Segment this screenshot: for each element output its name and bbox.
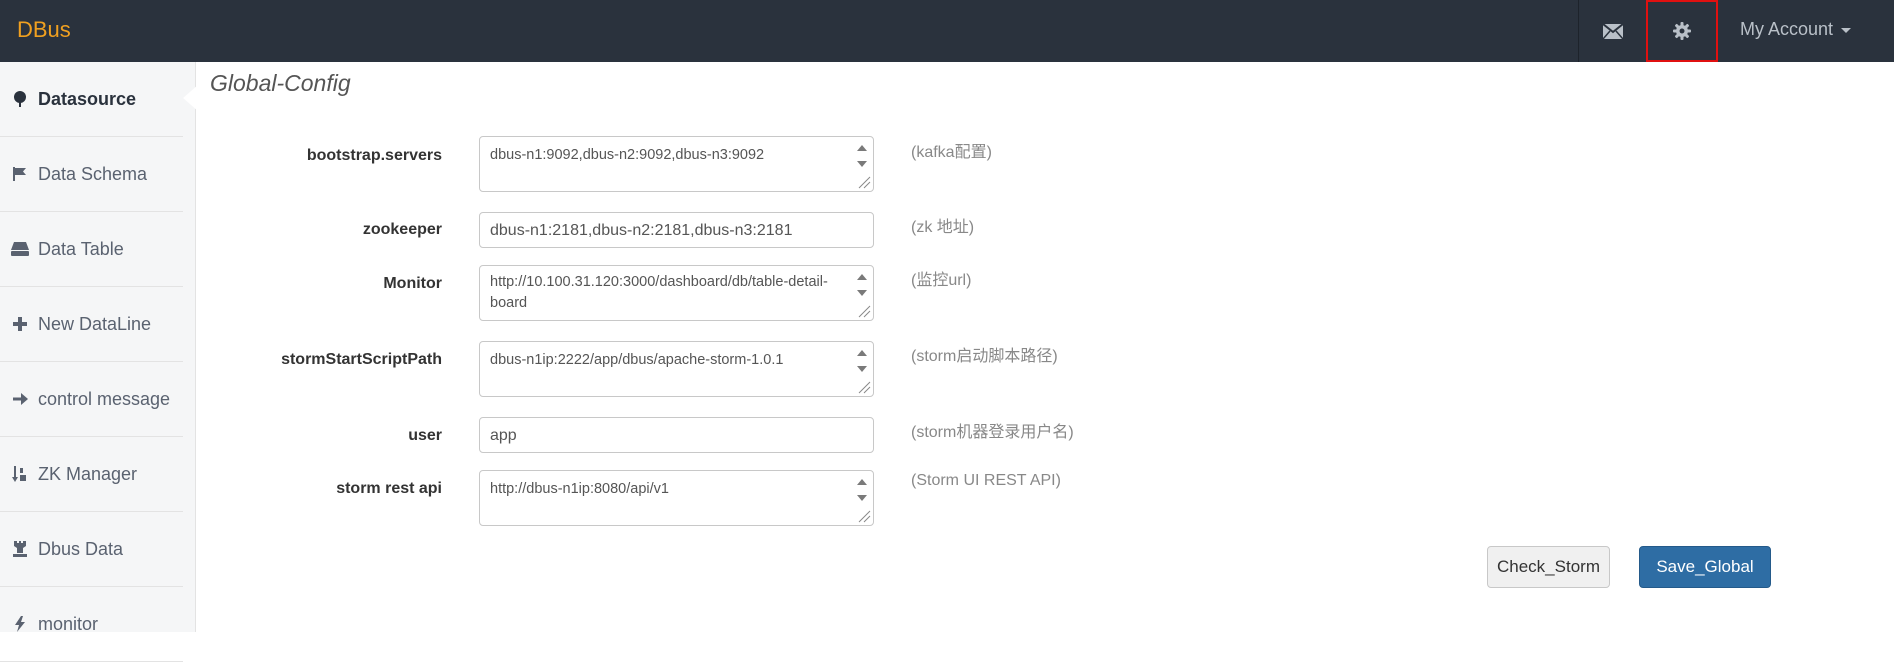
user-label: user xyxy=(408,427,442,444)
sidebar-item-monitor[interactable]: monitor xyxy=(0,587,183,662)
scroll-down-icon xyxy=(857,290,867,296)
zookeeper-hint: (zk 地址) xyxy=(911,219,975,236)
sidebar-item-label: monitor xyxy=(38,613,99,634)
sidebar-item-data-table[interactable]: Data Table xyxy=(0,212,183,287)
settings-button[interactable] xyxy=(1646,0,1718,62)
resize-grip-icon[interactable] xyxy=(857,175,871,189)
sidebar: Datasource Data Schema Data Table New Da… xyxy=(0,62,199,662)
bootstrap-servers-value: dbus-n1:9092,dbus-n2:9092,dbus-n3:9092 xyxy=(490,147,765,163)
user-input[interactable]: app xyxy=(479,417,874,453)
brand-logo[interactable]: DBus xyxy=(17,17,71,43)
sidebar-item-label: Datasource xyxy=(38,88,137,109)
flag-icon xyxy=(9,167,31,181)
monitor-textarea[interactable]: http://10.100.31.120:3000/dashboard/db/t… xyxy=(479,265,874,321)
sidebar-item-new-dataline[interactable]: New DataLine xyxy=(0,287,183,362)
bootstrap-servers-textarea[interactable]: dbus-n1:9092,dbus-n2:9092,dbus-n3:9092 xyxy=(479,136,874,192)
scroll-spinner[interactable] xyxy=(851,139,871,171)
sidebar-item-label: Data Schema xyxy=(38,163,148,184)
zookeeper-input[interactable]: dbus-n1:2181,dbus-n2:2181,dbus-n3:2181 xyxy=(479,212,874,248)
top-navbar: DBus My Account xyxy=(0,0,1894,62)
storm-start-script-path-hint: (storm启动脚本路径) xyxy=(911,348,1058,365)
sidebar-item-data-schema[interactable]: Data Schema xyxy=(0,137,183,212)
resize-grip-icon[interactable] xyxy=(857,304,871,318)
envelope-icon xyxy=(1603,23,1623,39)
scroll-spinner[interactable] xyxy=(851,344,871,376)
caret-down-icon xyxy=(1841,27,1852,33)
sidebar-item-label: ZK Manager xyxy=(38,463,138,484)
scroll-up-icon xyxy=(857,274,867,280)
scroll-down-icon xyxy=(857,366,867,372)
sidebar-item-datasource[interactable]: Datasource xyxy=(0,62,199,137)
scroll-down-icon xyxy=(857,161,867,167)
sidebar-item-dbus-data[interactable]: Dbus Data xyxy=(0,512,183,587)
gear-icon xyxy=(1673,22,1691,40)
sidebar-item-zk-manager[interactable]: ZK Manager xyxy=(0,437,183,512)
bootstrap-servers-label: bootstrap.servers xyxy=(306,147,442,164)
storm-rest-api-textarea[interactable]: http://dbus-n1ip:8080/api/v1 xyxy=(479,470,874,526)
sidebar-item-label: Data Table xyxy=(38,238,124,259)
save-global-button[interactable]: Save_Global xyxy=(1639,546,1771,588)
storm-start-script-path-label: stormStartScriptPath xyxy=(281,351,442,368)
scroll-up-icon xyxy=(857,350,867,356)
plus-icon xyxy=(9,317,31,331)
storm-start-script-path-value: dbus-n1ip:2222/app/dbus/apache-storm-1.0… xyxy=(490,352,784,368)
zookeeper-label: zookeeper xyxy=(362,221,442,238)
zookeeper-value: dbus-n1:2181,dbus-n2:2181,dbus-n3:2181 xyxy=(490,222,793,239)
sidebar-item-label: Dbus Data xyxy=(38,538,124,559)
check-storm-button[interactable]: Check_Storm xyxy=(1487,546,1610,588)
resize-grip-icon[interactable] xyxy=(857,509,871,523)
user-hint: (storm机器登录用户名) xyxy=(911,424,1074,441)
flash-icon xyxy=(9,616,31,632)
storm-rest-api-value: http://dbus-n1ip:8080/api/v1 xyxy=(490,481,669,497)
scroll-down-icon xyxy=(857,495,867,501)
user-value: app xyxy=(490,427,517,444)
page-title: Global-Config xyxy=(210,70,351,96)
monitor-label: Monitor xyxy=(383,275,442,292)
scroll-spinner[interactable] xyxy=(851,268,871,300)
scroll-up-icon xyxy=(857,145,867,151)
bootstrap-servers-hint: (kafka配置) xyxy=(911,144,992,161)
storm-rest-api-hint: (Storm UI REST API) xyxy=(911,472,1061,489)
monitor-value: http://10.100.31.120:3000/dashboard/db/t… xyxy=(490,274,828,311)
storm-rest-api-label: storm rest api xyxy=(336,480,442,497)
my-account-dropdown[interactable]: My Account xyxy=(1740,19,1852,40)
scroll-spinner[interactable] xyxy=(851,473,871,505)
messages-button[interactable] xyxy=(1580,0,1646,62)
navbar-divider xyxy=(1578,0,1579,62)
sidebar-item-label: control message xyxy=(38,388,171,409)
arrow-right-icon xyxy=(9,393,31,405)
resize-grip-icon[interactable] xyxy=(857,380,871,394)
hdd-icon xyxy=(9,242,31,256)
sidebar-item-label: New DataLine xyxy=(38,313,152,334)
storm-start-script-path-textarea[interactable]: dbus-n1ip:2222/app/dbus/apache-storm-1.0… xyxy=(479,341,874,397)
tower-icon xyxy=(9,541,31,557)
tree-icon xyxy=(9,91,31,107)
sidebar-item-control-message[interactable]: control message xyxy=(0,362,183,437)
scroll-up-icon xyxy=(857,479,867,485)
account-label: My Account xyxy=(1740,19,1834,39)
sort-icon xyxy=(9,466,31,482)
monitor-hint: (监控url) xyxy=(911,272,972,289)
